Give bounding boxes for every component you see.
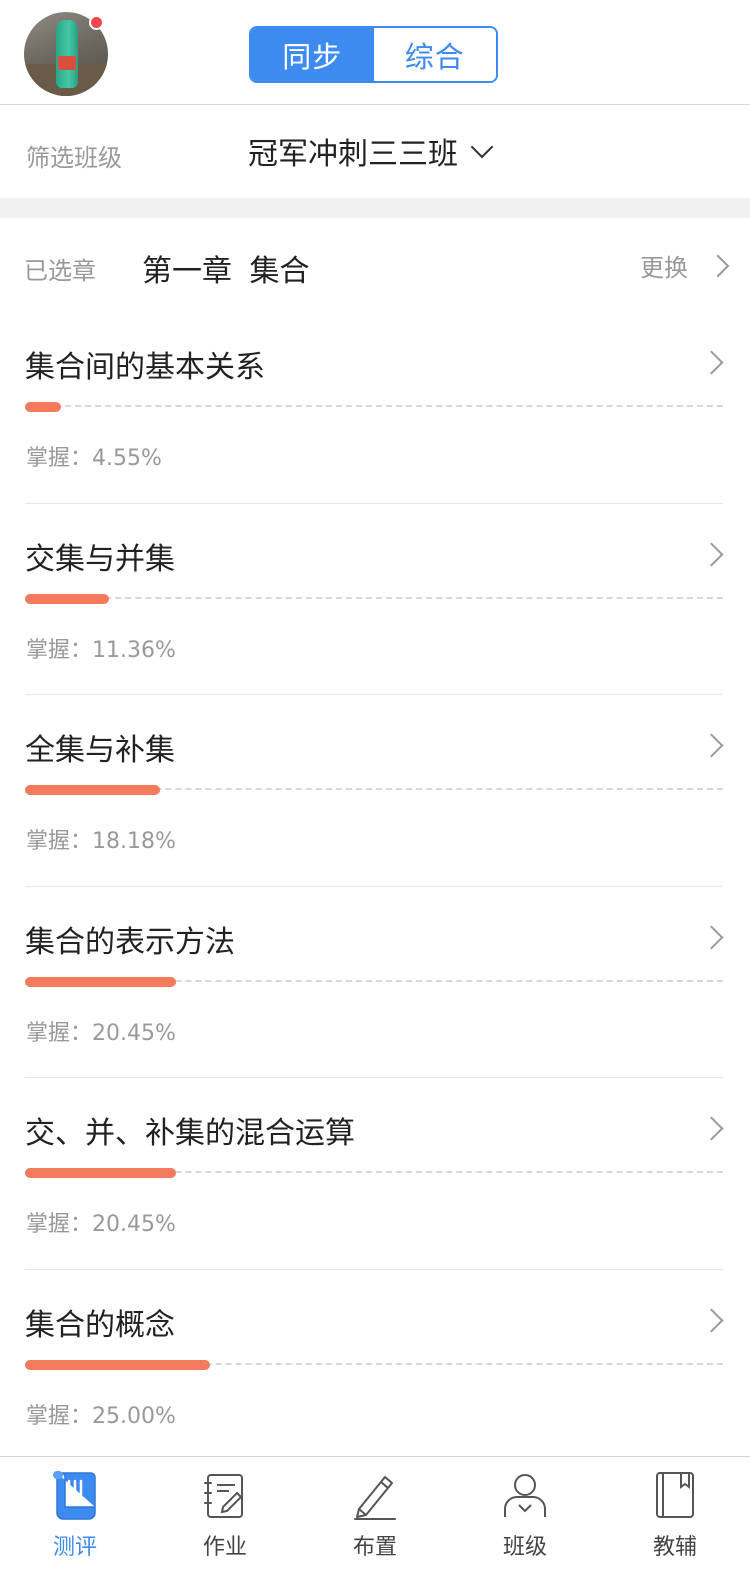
nav-item-assign[interactable]: 布置 [300,1457,450,1574]
topic-title: 集合的概念 [25,1307,175,1343]
topic-row[interactable]: 交集与并集掌握：11.36% [0,504,750,696]
mastery-text: 掌握：20.45% [26,1212,176,1238]
nav-item-teaching-aids[interactable]: 教辅 [600,1457,750,1574]
section-separator [0,198,750,218]
chevron-right-icon [699,350,724,375]
chevron-down-icon [470,135,494,159]
chevron-right-icon [699,542,724,567]
topic-title: 全集与补集 [25,733,175,769]
chevron-right-icon [699,1308,724,1333]
avatar-photo-label [58,56,76,70]
nav-label-homework: 作业 [202,1535,247,1560]
class-select-dropdown[interactable]: 冠军冲刺三三班 [248,130,494,172]
notebook-edit-icon [204,1474,243,1518]
chevron-right-icon [699,925,724,950]
avatar-photo-bottle [56,20,78,88]
chevron-right-icon [699,733,724,758]
nav-label-class: 班级 [502,1535,547,1560]
chapter-row: 已选章 第一章 集合 更换 [0,218,750,312]
chevron-right-icon [699,1116,724,1141]
topic-title: 集合间的基本关系 [25,350,265,385]
mastery-progress-track [25,405,723,407]
notification-dot [89,15,104,30]
topic-title: 交集与并集 [25,541,175,577]
class-filter-label: 筛选班级 [26,144,122,172]
mastery-text: 掌握：4.55% [26,446,162,471]
mastery-text: 掌握：25.00% [26,1403,176,1429]
mastery-text: 掌握：18.18% [26,829,176,855]
topic-row[interactable]: 集合的概念掌握：25.00% [0,1270,750,1462]
mastery-text: 掌握：11.36% [26,637,176,663]
nav-item-class[interactable]: 班级 [450,1457,600,1574]
mastery-progress-fill [25,402,61,412]
topic-row[interactable]: 全集与补集掌握：18.18% [0,695,750,887]
mastery-progress-fill [25,1359,210,1370]
mastery-progress-fill [25,785,160,796]
mastery-progress-fill [25,1168,176,1179]
topic-title: 交、并、补集的混合运算 [25,1116,355,1152]
topic-row[interactable]: 集合的表示方法掌握：20.45% [0,887,750,1079]
chevron-right-icon [706,254,730,277]
pencil-icon [354,1476,396,1520]
class-filter-row: 筛选班级 冠军冲刺三三班 [0,106,750,198]
change-chapter-label: 更换 [640,254,688,282]
top-bar: 同步 综合 [0,0,750,105]
tab-comprehensive[interactable]: 综合 [373,28,496,81]
tab-sync[interactable]: 同步 [251,28,374,81]
nav-label-assessment: 测评 [52,1535,97,1560]
nav-label-assign: 布置 [352,1535,397,1560]
mastery-progress-track [25,596,723,599]
chapter-label: 已选章 [24,257,96,285]
topic-row[interactable]: 集合间的基本关系掌握：4.55% [0,312,750,504]
mastery-progress-fill [25,976,176,987]
topic-row[interactable]: 交、并、补集的混合运算掌握：20.45% [0,1078,750,1270]
nav-item-homework[interactable]: 作业 [150,1457,300,1574]
chapter-title: 第一章 集合 [142,254,310,289]
topic-title: 集合的表示方法 [25,924,235,960]
book-icon [656,1472,694,1518]
mode-segmented-control: 同步 综合 [249,26,498,83]
topic-list: 集合间的基本关系 掌握：4.55% 交集与并集 掌握：11.36% 全集与补集 掌握：18… [0,312,750,1462]
mastery-progress-fill [25,593,109,604]
nav-item-assessment[interactable]: 测评 [0,1457,150,1574]
scroll-icon [53,1471,96,1520]
nav-label-teaching-aids: 教辅 [652,1535,697,1560]
bottom-tab-bar: 测评 作业 布置 班级 教辅 [0,1456,750,1574]
mastery-text: 掌握：20.45% [26,1020,176,1046]
person-icon [504,1474,546,1517]
change-chapter-button[interactable]: 更换 [640,248,730,283]
selected-class-name: 冠军冲刺三三班 [248,137,458,172]
